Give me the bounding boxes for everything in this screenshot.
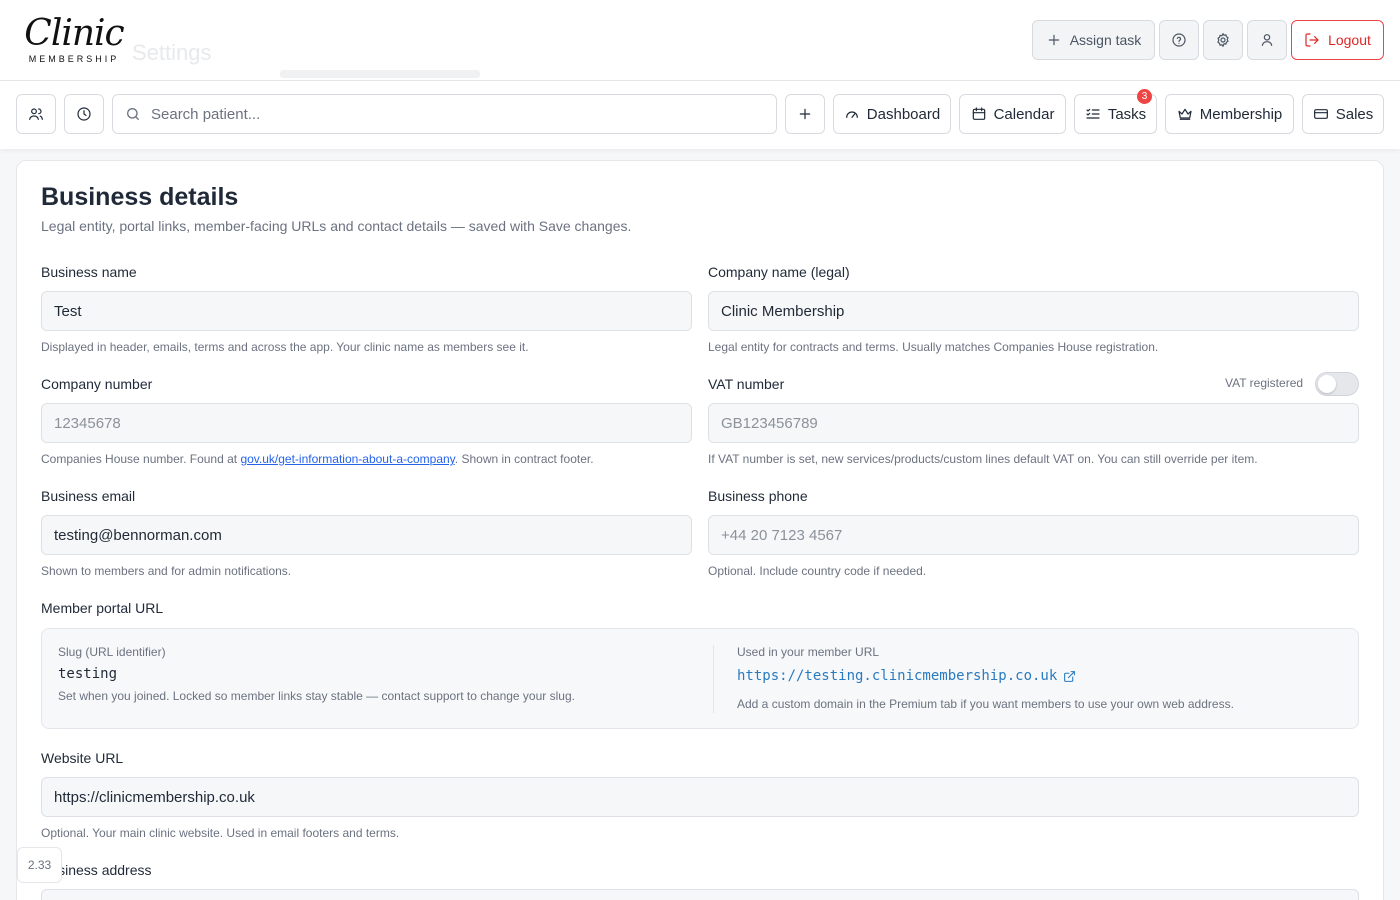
tasks-count-badge: 3 [1137,89,1152,104]
nav-calendar[interactable]: Calendar [959,94,1066,134]
company-name-input[interactable] [721,302,1346,320]
nav-tasks[interactable]: Tasks 3 [1074,89,1157,134]
company-number-help-after: . Shown in contract footer. [454,452,594,466]
business-phone-field[interactable] [708,515,1359,555]
business-name-input[interactable] [54,302,679,320]
nav-calendar-label: Calendar [993,105,1055,123]
card-title: Business details [41,183,239,211]
help-circle-icon [1172,33,1186,47]
list-checks-icon [1086,108,1100,119]
company-name-help: Legal entity for contracts and terms. Us… [708,340,1159,354]
member-url-link[interactable]: https://testing.clinicmembership.co.uk [737,668,1076,684]
logo-script: Clinic [24,13,124,54]
business-email-field[interactable] [41,515,692,555]
website-url-help: Optional. Your main clinic website. Used… [41,826,400,840]
gauge-icon [845,111,858,118]
gear-icon [1217,33,1229,47]
top-bar: Settings Clinic MEMBERSHIP Assign task L… [0,0,1400,81]
help-button[interactable] [1159,20,1199,60]
credit-card-icon [1313,109,1328,119]
vat-number-help: If VAT number is set, new services/produ… [708,452,1258,466]
calendar-icon [972,107,985,120]
card-description: Legal entity, portal links, member-facin… [41,218,632,234]
patients-button[interactable] [16,94,56,134]
slug-caption: Slug (URL identifier) [58,645,166,659]
logo[interactable]: Clinic MEMBERSHIP [18,8,130,72]
users-icon [29,108,43,120]
external-link-icon [1064,670,1076,682]
company-number-field[interactable] [41,403,692,443]
search-icon [127,108,139,120]
assign-task-label: Assign task [1069,32,1142,48]
company-number-help: Companies House number. Found at gov.uk/… [41,452,594,466]
search-patient-input[interactable] [151,105,751,123]
vat-registered-label: VAT registered [1225,376,1304,390]
assign-task-button[interactable]: Assign task [1032,20,1155,60]
slug-help: Set when you joined. Locked so member li… [58,689,575,703]
clock-icon [77,107,91,121]
version-badge: 2.33 [17,847,62,883]
business-phone-help: Optional. Include country code if needed… [708,564,927,578]
toggle-knob [1318,375,1336,393]
settings-button[interactable] [1203,20,1243,60]
plus-icon [1048,34,1059,46]
nav-sales[interactable]: Sales [1302,94,1384,134]
company-name-field[interactable] [708,291,1359,331]
portal-divider [713,645,714,713]
member-url-help: Add a custom domain in the Premium tab i… [737,697,1234,711]
user-icon [1261,34,1273,46]
nav-dashboard-label: Dashboard [866,105,941,123]
business-phone-label: Business phone [708,488,808,504]
website-url-field[interactable] [41,777,1359,817]
vat-number-label: VAT number [708,376,785,392]
nav-bar: Dashboard Calendar Tasks 3 Membership Sa… [0,81,1400,149]
company-name-label: Company name (legal) [708,264,850,280]
business-email-help: Shown to members and for admin notificat… [41,564,292,578]
business-name-label: Business name [41,264,137,280]
business-email-label: Business email [41,488,136,504]
member-url-text: https://testing.clinicmembership.co.uk [737,668,1058,684]
business-phone-input[interactable] [721,526,1346,544]
business-email-input[interactable] [54,526,679,544]
crown-icon [1178,108,1192,120]
vat-registered-toggle[interactable] [1315,372,1359,396]
company-number-input[interactable] [54,414,679,432]
business-name-help: Displayed in header, emails, terms and a… [41,340,529,354]
nav-dashboard[interactable]: Dashboard [833,94,951,134]
plus-icon [799,108,811,120]
website-url-label: Website URL [41,750,124,766]
slug-value: testing [58,666,118,682]
business-name-field[interactable] [41,291,692,331]
business-details-card: Business details Legal entity, portal li… [16,160,1384,900]
nav-membership[interactable]: Membership [1165,94,1294,134]
add-button[interactable] [785,94,825,134]
logout-button[interactable]: Logout [1291,20,1384,60]
business-address-field[interactable] [41,889,1359,900]
profile-button[interactable] [1247,20,1287,60]
history-button[interactable] [64,94,104,134]
logo-subtitle: MEMBERSHIP [28,54,120,64]
ghost-subtitle [280,70,480,78]
logout-label: Logout [1328,32,1371,48]
company-number-help-before: Companies House number. Found at [41,452,241,466]
member-url-caption: Used in your member URL [737,645,880,659]
website-url-input[interactable] [54,788,1346,806]
nav-membership-label: Membership [1199,105,1283,123]
companies-house-link[interactable]: gov.uk/get-information-about-a-company [240,452,454,466]
vat-number-input[interactable] [721,414,1346,432]
vat-number-field[interactable] [708,403,1359,443]
member-portal-label: Member portal URL [41,600,164,616]
member-portal-box: Slug (URL identifier) testing Set when y… [41,628,1359,729]
ghost-page-title: Settings [132,40,212,65]
company-number-label: Company number [41,376,153,392]
nav-tasks-label: Tasks [1107,105,1147,123]
search-patient-bar[interactable] [112,94,777,134]
nav-sales-label: Sales [1335,105,1374,123]
logout-icon [1305,33,1319,47]
